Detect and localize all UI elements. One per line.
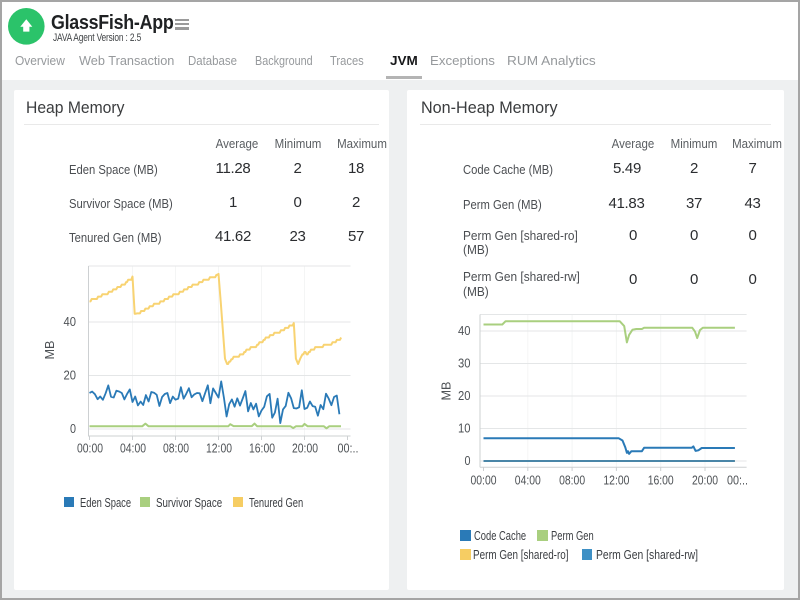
svg-text:08:00: 08:00 xyxy=(559,474,585,488)
svg-text:00:00: 00:00 xyxy=(77,442,103,456)
svg-text:30: 30 xyxy=(458,357,471,371)
svg-text:0: 0 xyxy=(465,454,471,468)
svg-text:20: 20 xyxy=(64,369,77,383)
svg-text:00:..: 00:.. xyxy=(727,474,748,488)
svg-text:00:00: 00:00 xyxy=(471,474,497,488)
svg-text:MB: MB xyxy=(440,382,454,401)
svg-text:12:00: 12:00 xyxy=(206,442,232,456)
svg-text:40: 40 xyxy=(64,315,77,329)
svg-text:12:00: 12:00 xyxy=(603,474,629,488)
svg-text:20:00: 20:00 xyxy=(292,442,318,456)
svg-text:16:00: 16:00 xyxy=(648,474,674,488)
svg-text:04:00: 04:00 xyxy=(120,442,146,456)
svg-text:08:00: 08:00 xyxy=(163,442,189,456)
svg-text:0: 0 xyxy=(70,422,76,436)
svg-text:16:00: 16:00 xyxy=(249,442,275,456)
svg-text:10: 10 xyxy=(458,422,471,436)
svg-text:04:00: 04:00 xyxy=(515,474,541,488)
svg-text:40: 40 xyxy=(458,324,471,338)
svg-text:20: 20 xyxy=(458,389,471,403)
svg-text:MB: MB xyxy=(43,341,57,360)
svg-text:00:..: 00:.. xyxy=(338,442,359,456)
svg-text:20:00: 20:00 xyxy=(692,474,718,488)
